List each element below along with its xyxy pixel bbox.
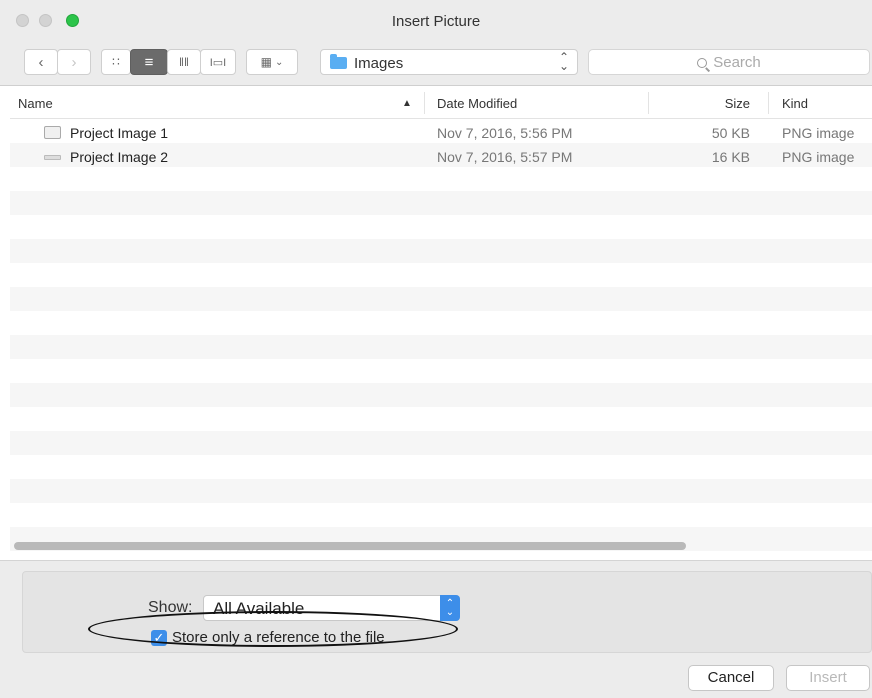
size-column-header[interactable]: Size xyxy=(650,96,750,111)
up-down-arrows-icon: ⌃ ⌄ xyxy=(558,50,569,73)
columns-icon: ‖‖ xyxy=(179,55,189,69)
file-name: Project Image 1 xyxy=(70,125,169,141)
grid-icon: ∷ xyxy=(112,55,120,69)
name-column-header[interactable]: Name xyxy=(18,96,53,111)
forward-button[interactable]: › xyxy=(57,49,91,75)
up-down-arrows-icon: ⌃ ⌄ xyxy=(440,595,460,621)
list-view-button[interactable]: ≡ xyxy=(130,49,168,75)
location-label: Images xyxy=(354,55,404,72)
file-date: Nov 7, 2016, 5:57 PM xyxy=(437,149,573,165)
file-row[interactable]: Project Image 1 Nov 7, 2016, 5:56 PM 50 … xyxy=(10,120,872,144)
highlight-ellipse xyxy=(88,611,458,647)
column-divider[interactable] xyxy=(424,92,425,114)
search-placeholder: Search xyxy=(713,54,761,71)
date-column-header[interactable]: Date Modified xyxy=(437,96,517,111)
folder-icon xyxy=(330,54,347,69)
list-icon: ≡ xyxy=(144,53,154,71)
location-popup[interactable]: Images ⌃ ⌄ xyxy=(320,49,578,75)
file-row[interactable]: Project Image 2 Nov 7, 2016, 5:57 PM 16 … xyxy=(10,144,872,168)
kind-column-header[interactable]: Kind xyxy=(782,96,808,111)
image-file-icon xyxy=(44,126,61,139)
file-kind: PNG image xyxy=(782,149,855,165)
cancel-button[interactable]: Cancel xyxy=(688,665,774,691)
chevron-down-icon: ⌄ xyxy=(274,56,284,68)
title-bar: Insert Picture xyxy=(0,0,872,42)
column-divider[interactable] xyxy=(648,92,649,114)
column-view-button[interactable]: ‖‖ xyxy=(167,49,201,75)
chevron-right-icon: › xyxy=(71,53,77,71)
sort-ascending-icon[interactable]: ▲ xyxy=(402,98,412,109)
file-size: 16 KB xyxy=(711,149,750,165)
search-icon xyxy=(697,58,708,68)
chevron-left-icon: ‹ xyxy=(38,53,44,71)
horizontal-scrollbar[interactable] xyxy=(14,542,686,550)
file-kind: PNG image xyxy=(782,125,855,141)
search-field[interactable]: Search xyxy=(588,49,870,75)
file-size: 50 KB xyxy=(711,125,750,141)
insert-button[interactable]: Insert xyxy=(786,665,870,691)
icon-view-button[interactable]: ∷ xyxy=(101,49,131,75)
arrange-button[interactable]: ▦ ⌄ xyxy=(246,49,298,75)
coverflow-view-button[interactable]: I▭I xyxy=(200,49,236,75)
window-title: Insert Picture xyxy=(391,13,481,30)
toolbar: ‹ › ∷ ≡ ‖‖ I▭I ▦ ⌄ Images ⌃ ⌄ Search xyxy=(0,42,872,86)
back-button[interactable]: ‹ xyxy=(24,49,58,75)
coverflow-icon: I▭I xyxy=(209,56,227,69)
column-divider[interactable] xyxy=(768,92,769,114)
column-header: Name ▲ Date Modified Size Kind xyxy=(10,87,872,119)
image-file-icon xyxy=(44,155,61,160)
arrange-grid-icon: ▦ xyxy=(260,55,272,69)
file-list[interactable]: Project Image 1 Nov 7, 2016, 5:56 PM 50 … xyxy=(10,119,872,559)
file-date: Nov 7, 2016, 5:56 PM xyxy=(437,125,573,141)
file-name: Project Image 2 xyxy=(70,149,169,165)
